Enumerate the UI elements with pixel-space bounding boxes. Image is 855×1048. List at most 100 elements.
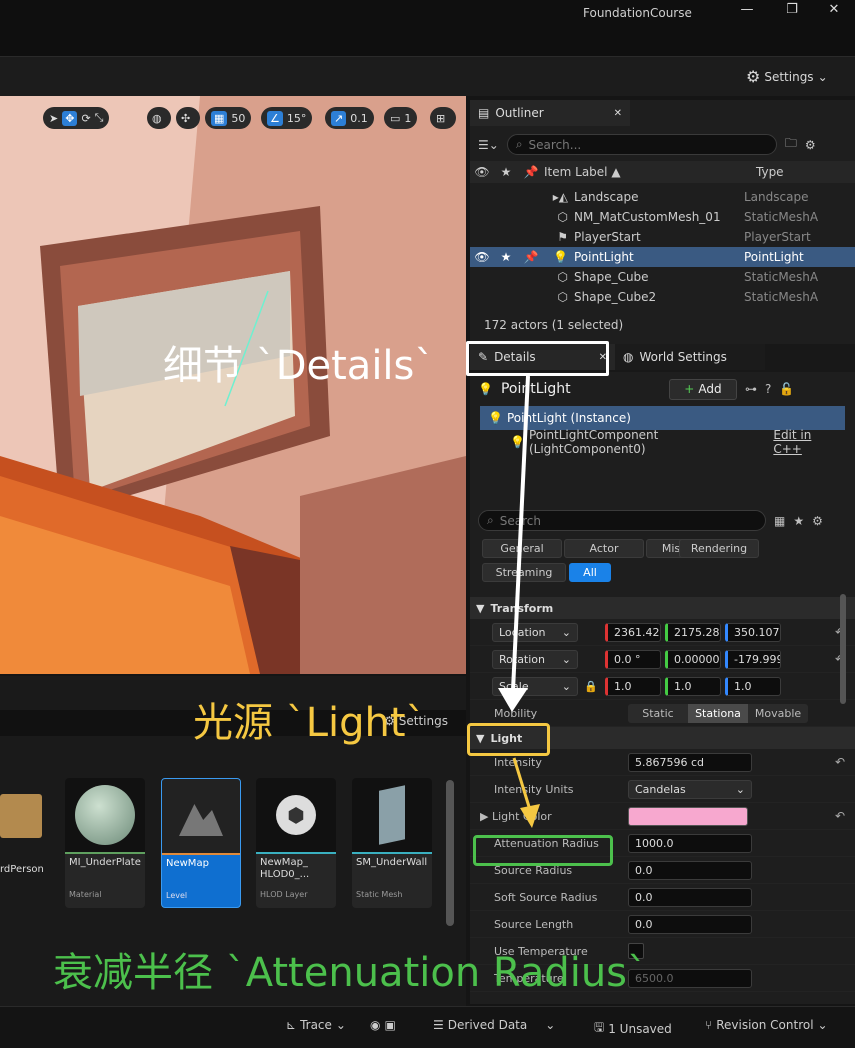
- scale-dropdown[interactable]: Scale ⌄: [492, 676, 578, 696]
- asset-folder[interactable]: rdPerson: [0, 776, 44, 896]
- outliner-row[interactable]: ⬡ Shape_Cube StaticMeshAc: [470, 267, 855, 287]
- category-actor[interactable]: Actor: [564, 539, 644, 558]
- scale-x[interactable]: 1.0: [605, 676, 661, 696]
- star-icon[interactable]: ★: [494, 165, 518, 179]
- pin-icon[interactable]: 📌: [518, 165, 544, 179]
- scale-y[interactable]: 1.0: [665, 676, 721, 696]
- rotate-icon[interactable]: ⟳: [81, 112, 90, 125]
- star-icon[interactable]: ★: [793, 514, 804, 528]
- visibility-icon[interactable]: 👁: [470, 165, 494, 179]
- tab-world-settings[interactable]: ◍ World Settings: [615, 344, 765, 370]
- outliner-row[interactable]: 👁 ★ 📌 💡 PointLight PointLight: [470, 247, 855, 267]
- star-icon[interactable]: ★: [494, 250, 518, 264]
- category-rendering[interactable]: Rendering: [679, 539, 759, 558]
- asset-tile[interactable]: ⬢ NewMap_ HLOD0_... HLOD Layer: [256, 778, 336, 908]
- asset-tile[interactable]: MI_UnderPlate Material: [65, 778, 145, 908]
- pin-icon[interactable]: 📌: [518, 250, 544, 264]
- settings-button[interactable]: ⚙ Settings ⌄: [746, 67, 828, 86]
- scale-snap-button[interactable]: ↗ 0.1: [325, 107, 374, 129]
- actor-label: PointLight: [574, 250, 634, 264]
- lock-icon[interactable]: 🔓: [779, 382, 794, 396]
- minimize-icon[interactable]: —: [733, 2, 761, 22]
- category-general[interactable]: General: [482, 539, 562, 558]
- rotation-y[interactable]: 0.000006: [665, 649, 721, 669]
- add-component-button[interactable]: + Add: [668, 378, 737, 400]
- column-type[interactable]: Type: [752, 165, 784, 179]
- category-all[interactable]: All: [569, 563, 611, 582]
- location-y[interactable]: 2175.285: [665, 622, 721, 642]
- close-icon[interactable]: ✕: [820, 2, 848, 22]
- derived-data-button[interactable]: ☰ Derived Data ⌄: [433, 1018, 555, 1032]
- gear-icon[interactable]: ⚙: [805, 138, 816, 152]
- transform-mode-toolbar[interactable]: ➤ ✥ ⟳ ⤡: [43, 107, 110, 129]
- mobility-static[interactable]: Static: [628, 704, 688, 723]
- location-z[interactable]: 350.1071: [725, 622, 781, 642]
- outliner-row[interactable]: ⬡ Shape_Cube2 StaticMeshAc: [470, 287, 855, 307]
- rotation-z[interactable]: -179.999: [725, 649, 781, 669]
- rotation-snap-button[interactable]: ∠ 15°: [261, 107, 313, 129]
- scale-z[interactable]: 1.0: [725, 676, 781, 696]
- chevron-down-icon: ⌄: [561, 625, 571, 639]
- actor-name[interactable]: PointLight: [501, 381, 661, 397]
- outliner-row[interactable]: ▸◭ Landscape Landscape: [470, 187, 855, 207]
- world-space-button[interactable]: ◍: [147, 107, 171, 129]
- expand-arrow-icon[interactable]: ▶: [480, 810, 492, 823]
- intensity-field[interactable]: 5.867596 cd: [628, 752, 752, 772]
- instance-row[interactable]: 💡 PointLight (Instance): [480, 406, 845, 430]
- trace-button[interactable]: ⊾ Trace ⌄: [286, 1018, 346, 1032]
- category-streaming[interactable]: Streaming: [482, 563, 566, 582]
- visibility-icon[interactable]: 👁: [470, 250, 494, 264]
- annotation-attenuation: 衰减半径 `Attenuation Radius`: [53, 950, 648, 996]
- hlod-cube-icon: ⬢: [276, 795, 316, 835]
- select-icon[interactable]: ➤: [49, 112, 58, 125]
- reset-icon[interactable]: ↶: [835, 755, 845, 769]
- outliner-row[interactable]: ⬡ NM_MatCustomMesh_01 StaticMeshAc: [470, 207, 855, 227]
- add-folder-icon[interactable]: 🗀: [785, 134, 797, 155]
- viewport-layout-button[interactable]: ⊞: [430, 107, 456, 129]
- instance-label: PointLight (Instance): [506, 411, 631, 425]
- component-row[interactable]: 💡 PointLightComponent (LightComponent0) …: [480, 428, 845, 456]
- surface-snap-button[interactable]: ✣: [176, 107, 200, 129]
- mobility-movable[interactable]: Movable: [748, 704, 808, 723]
- edit-cpp-link[interactable]: Edit in C++: [773, 428, 841, 456]
- camera-speed-value: 1: [404, 111, 412, 125]
- location-dropdown[interactable]: Location ⌄: [492, 622, 578, 642]
- filter-icon[interactable]: ☰⌄: [478, 138, 499, 152]
- table-view-icon[interactable]: ▦: [774, 514, 785, 528]
- light-color-swatch[interactable]: [628, 806, 748, 826]
- tab-outliner[interactable]: ▤ Outliner ✕: [470, 100, 630, 126]
- soft-source-radius-field[interactable]: 0.0: [628, 887, 752, 907]
- source-length-field[interactable]: 0.0: [628, 914, 752, 934]
- record-button[interactable]: ◉ ▣: [370, 1018, 396, 1032]
- maximize-icon[interactable]: ❐: [778, 2, 806, 22]
- asset-tile-selected[interactable]: NewMap Level: [161, 778, 241, 908]
- revision-control-button[interactable]: ⑂ Revision Control ⌄: [705, 1018, 828, 1032]
- details-scrollbar[interactable]: [840, 594, 846, 704]
- attenuation-radius-field[interactable]: 1000.0: [628, 833, 752, 853]
- unsaved-button[interactable]: 🖫 1 Unsaved: [594, 1018, 672, 1039]
- lock-icon[interactable]: 🔒: [584, 680, 598, 693]
- help-icon[interactable]: ?: [765, 382, 771, 396]
- mobility-stationary[interactable]: Stationa: [688, 703, 748, 723]
- move-icon[interactable]: ✥: [62, 110, 78, 126]
- gear-icon[interactable]: ⚙: [812, 514, 823, 528]
- asset-tile[interactable]: SM_UnderWall Static Mesh: [352, 778, 432, 908]
- camera-speed-button[interactable]: ▭ 1: [384, 107, 418, 129]
- reset-icon[interactable]: ↶: [835, 809, 845, 823]
- blueprint-icon[interactable]: ⊶: [745, 382, 757, 396]
- intensity-units-dropdown[interactable]: Candelas ⌄: [628, 779, 752, 799]
- scale-icon[interactable]: ⤡: [95, 111, 104, 125]
- close-tab-icon[interactable]: ✕: [614, 108, 622, 119]
- content-scrollbar[interactable]: [446, 780, 454, 926]
- location-x[interactable]: 2361.428: [605, 622, 661, 642]
- details-search-input[interactable]: ⌕ Search: [478, 510, 766, 531]
- transform-section-header[interactable]: ▼ Transform: [470, 597, 855, 619]
- rotation-dropdown[interactable]: Rotation ⌄: [492, 649, 578, 669]
- source-radius-field[interactable]: 0.0: [628, 860, 752, 880]
- outliner-row[interactable]: ⚑ PlayerStart PlayerStart: [470, 227, 855, 247]
- rotation-x[interactable]: 0.0 °: [605, 649, 661, 669]
- outliner-search-input[interactable]: ⌕ Search...: [506, 134, 777, 155]
- column-item-label[interactable]: Item Label ▲: [544, 165, 752, 179]
- chevron-down-icon: ⌄: [817, 1018, 828, 1032]
- grid-snap-button[interactable]: ▦ 50: [205, 107, 252, 129]
